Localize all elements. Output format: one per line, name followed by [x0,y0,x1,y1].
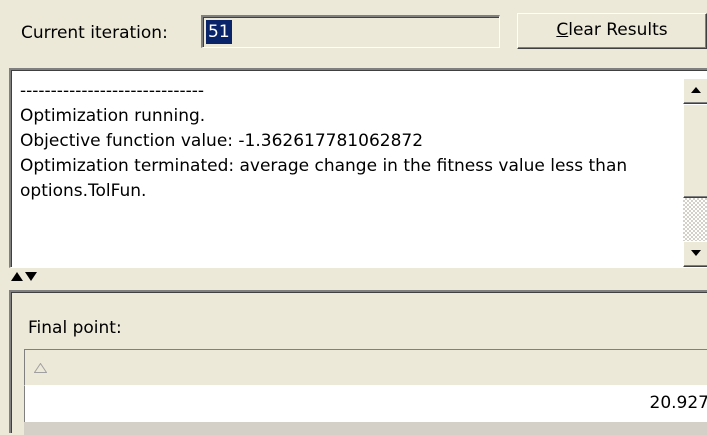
results-status-line: Optimization running. [20,106,206,126]
optimization-results-panel: Current iteration: 51 Clear Results ----… [0,0,707,435]
arrow-down-icon [691,250,701,256]
scroll-thumb[interactable] [683,104,707,198]
final-point-table-empty-area [24,422,707,435]
results-text-area[interactable]: ------------------------------ Optimizat… [9,68,707,268]
results-objective-line: Objective function value: -1.36261778106… [20,131,424,151]
current-iteration-label: Current iteration: [21,23,168,43]
final-point-table-header[interactable] [24,349,707,386]
final-point-value-cell: 20.927 [649,393,707,413]
current-iteration-field[interactable]: 51 [201,15,500,48]
final-point-table-row[interactable]: 20.927 [24,386,707,422]
scroll-down-button[interactable] [683,241,707,267]
current-iteration-value: 51 [206,20,232,44]
pane-splitter[interactable] [0,268,707,290]
clear-results-mnemonic: C [556,20,569,40]
final-point-pane: Final point: 20.927 [9,290,707,435]
splitter-arrows-icon[interactable] [11,272,37,282]
clear-results-button[interactable]: Clear Results [517,13,707,49]
results-termination-line: Optimization terminated: average change … [20,156,628,201]
arrow-up-icon [691,87,701,93]
results-log: ------------------------------ Optimizat… [20,79,670,204]
sort-triangle-icon [34,363,47,373]
scroll-track[interactable] [683,198,707,241]
results-separator-line: ------------------------------ [20,81,205,101]
final-point-label: Final point: [28,318,122,338]
scroll-up-button[interactable] [683,78,707,104]
clear-results-rest: lear Results [568,20,668,40]
results-vertical-scrollbar[interactable] [683,78,707,267]
